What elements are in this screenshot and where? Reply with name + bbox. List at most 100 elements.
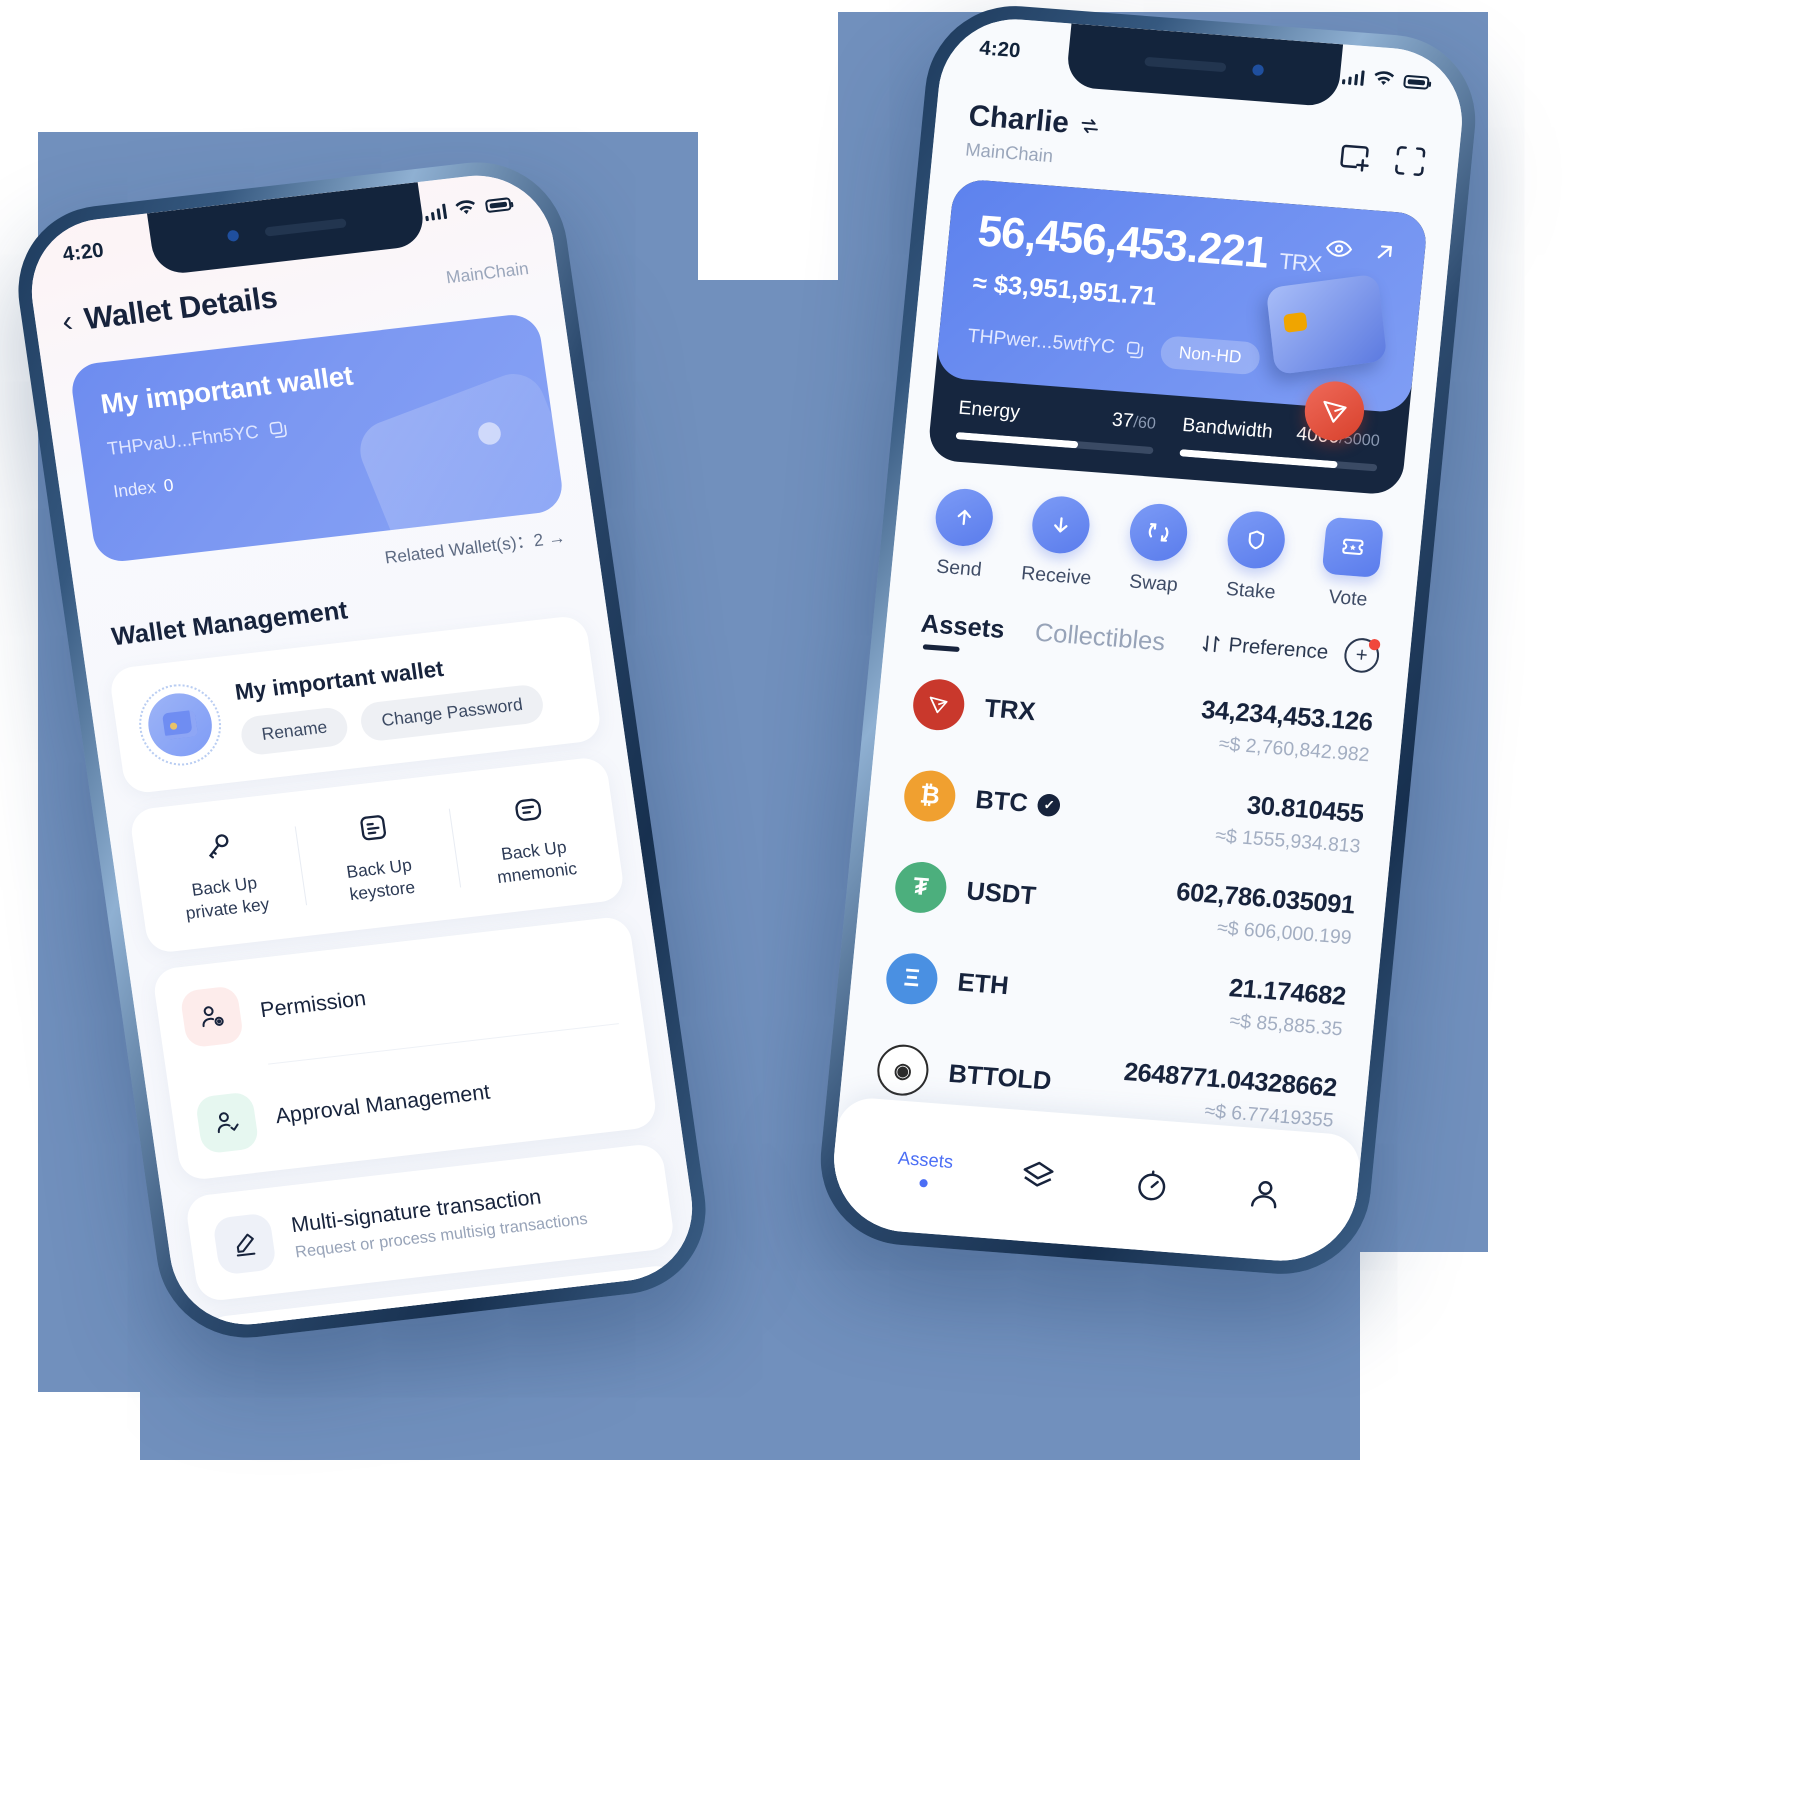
bttold-coin-icon: ◉ [874,1042,931,1098]
action-stake[interactable]: Stake [1201,508,1307,607]
status-time: 4:20 [61,238,106,266]
wifi-icon [455,200,475,215]
balance-card[interactable]: 56,456,453.221 TRX ≈ $3,951,951.71 THPwe… [934,178,1429,414]
balance-unit: TRX [1278,248,1323,277]
resource-label: Bandwidth [1181,414,1274,443]
balance-section: 56,456,453.221 TRX ≈ $3,951,951.71 THPwe… [926,178,1429,496]
preference-button[interactable]: Preference [1201,631,1329,664]
nav-item-assets[interactable]: Assets [866,1145,983,1191]
resource-track [1179,449,1378,472]
balance-card-icons [1323,233,1399,267]
menu-label-permission: Permission [258,987,368,1023]
wifi-icon [1374,71,1395,86]
battery-icon [1403,74,1430,90]
backup-private-key-button[interactable]: Back Up private key [138,819,306,930]
asset-symbol: BTC [974,784,1030,818]
wallet-address-row[interactable]: THPwer...5wtfYC [967,326,1146,362]
resource-label: Energy [957,397,1021,424]
backup-label-line2: keystore [348,877,417,905]
backup-keystore-button[interactable]: Back Up keystore [293,801,461,912]
add-wallet-icon[interactable] [1336,138,1374,175]
chain-label: MainChain [444,258,530,288]
wallet-index-label: Index [112,477,158,502]
resource-used: 37 [1110,409,1135,433]
swap-accounts-icon[interactable] [1078,114,1103,138]
asset-symbol-row: BTC ✓ [974,785,1062,821]
backup-mnemonic-button[interactable]: Back Up mnemonic [448,783,616,894]
eye-icon[interactable] [1323,233,1354,264]
cellular-signal-icon [1341,68,1365,86]
explore-icon [1138,1170,1166,1201]
action-label: Stake [1224,578,1277,604]
asset-values: 21.174682 ≈$ 85,885.35 [1225,974,1347,1042]
back-button[interactable]: ‹ [60,304,75,338]
wallet-address: THPvaU...Fhn5YC [105,421,260,460]
menu-label-approval-management: Approval Management [274,1080,492,1129]
asset-usd: ≈$ 606,000.199 [1216,917,1353,950]
arrow-up-icon [932,486,996,549]
asset-symbol: USDT [965,876,1038,910]
pencil-icon [212,1212,278,1276]
mnemonic-icon [454,783,602,836]
wallet-3d-illustration [1265,273,1388,376]
asset-amount: 30.810455 [1245,790,1365,829]
asset-symbol: ETH [956,967,1010,1000]
resource-track [955,431,1154,455]
asset-usd: ≈$ 2,760,842.982 [1217,733,1371,767]
nav-item-profile[interactable] [1207,1172,1324,1217]
tab-assets[interactable]: Assets [918,609,1006,657]
action-receive[interactable]: Receive [1007,493,1113,592]
action-label: Send [935,556,983,582]
action-vote[interactable]: Vote [1298,515,1404,614]
wallet-avatar-icon[interactable] [133,679,227,770]
action-label: Receive [1020,562,1093,590]
scan-qr-icon[interactable] [1391,142,1429,179]
eth-coin-icon: Ξ [883,951,940,1007]
balance-amount: 56,456,453.221 [975,206,1271,278]
trx-coin-icon [910,677,967,733]
ticket-icon [1321,516,1385,578]
action-swap[interactable]: Swap [1104,500,1210,599]
profile-icon [1251,1181,1277,1209]
battery-icon [484,196,512,213]
nav-item-explore[interactable] [1093,1163,1210,1208]
nav-label-assets: Assets [897,1147,955,1172]
earpiece-speaker [1144,56,1227,72]
account-name: Charlie [967,99,1071,140]
change-password-button[interactable]: Change Password [358,683,546,743]
asset-usd: ≈$ 1555,934.813 [1214,825,1362,858]
status-time: 4:20 [978,36,1022,62]
copy-icon[interactable] [267,419,289,440]
copy-icon[interactable] [1124,339,1145,360]
asset-usd: ≈$ 85,885.35 [1228,1010,1344,1041]
action-send[interactable]: Send [909,485,1015,584]
resource-total: /60 [1132,413,1157,433]
verified-badge-icon: ✓ [1036,793,1062,818]
status-icons [423,195,512,221]
sort-icon [1202,635,1220,653]
header-actions [1336,128,1430,180]
resource-fill [1179,449,1338,469]
wallet-type-badge: Non-HD [1158,335,1262,376]
swap-icon [1127,501,1190,564]
arrow-down-icon [1030,494,1093,556]
cellular-signal-icon [423,203,448,221]
nav-item-layers[interactable] [980,1154,1097,1199]
front-camera-icon [226,229,240,242]
phone-right-screen: 4:20 Charlie MainChain 56,456,453.221 TR… [827,13,1469,1267]
asset-symbol: TRX [983,693,1037,726]
usdt-coin-icon: ₮ [892,860,949,915]
action-label: Swap [1128,571,1179,597]
resource-fill [955,431,1079,449]
front-camera-icon [1252,63,1265,76]
notification-dot [1368,638,1381,651]
account-switcher[interactable]: Charlie [967,100,1103,144]
shield-icon [1224,509,1288,571]
preference-label: Preference [1227,633,1330,664]
add-token-icon[interactable]: + [1342,636,1381,675]
chain-label: MainChain [964,139,1055,167]
arrow-out-icon[interactable] [1370,238,1399,266]
asset-values: 30.810455 ≈$ 1555,934.813 [1214,789,1365,859]
resource-energy[interactable]: Energy 37/60 [955,397,1157,455]
rename-button[interactable]: Rename [238,705,351,757]
